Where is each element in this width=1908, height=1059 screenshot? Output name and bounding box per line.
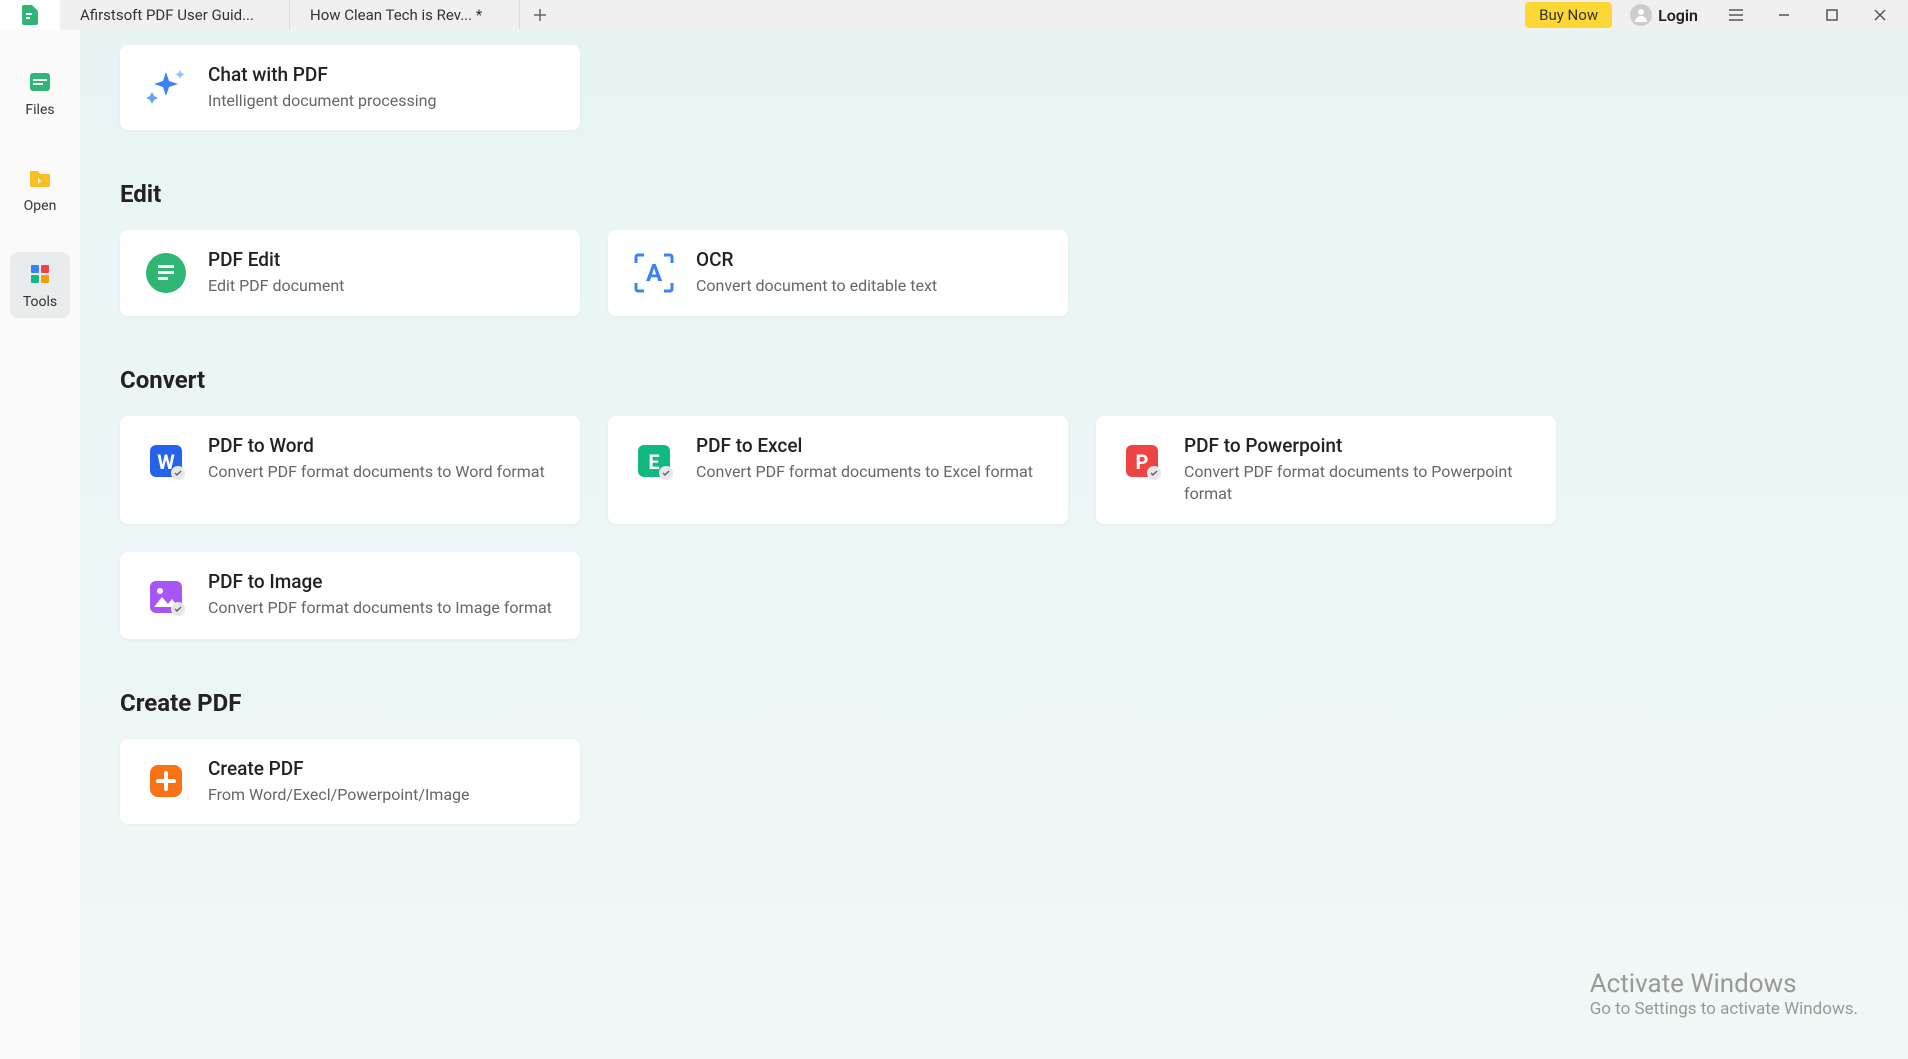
tab-1-label: Afirstsoft PDF User Guid... xyxy=(80,6,254,24)
pdf-edit-card[interactable]: PDF Edit Edit PDF document xyxy=(120,230,580,315)
pdf-to-word-desc: Convert PDF format documents to Word for… xyxy=(208,461,545,483)
svg-text:A: A xyxy=(646,259,663,287)
files-icon xyxy=(26,68,54,96)
avatar-icon xyxy=(1630,4,1652,26)
pdf-to-word-card[interactable]: W PDF to Word Convert PDF format documen… xyxy=(120,416,580,524)
chat-pdf-desc: Intelligent document processing xyxy=(208,90,436,112)
chat-pdf-card[interactable]: Chat with PDF Intelligent document proce… xyxy=(120,45,580,130)
svg-text:P: P xyxy=(1136,450,1149,474)
chat-pdf-text: Chat with PDF Intelligent document proce… xyxy=(208,63,436,112)
sidebar: Files Open Tools xyxy=(0,30,80,1059)
convert-heading: Convert xyxy=(120,366,1868,394)
login-button[interactable]: Login xyxy=(1620,4,1708,26)
menu-icon xyxy=(1727,6,1745,24)
svg-text:E: E xyxy=(648,450,659,474)
buy-now-label: Buy Now xyxy=(1539,6,1598,24)
ocr-icon: A xyxy=(630,249,678,297)
windows-watermark: Activate Windows Go to Settings to activ… xyxy=(1590,969,1858,1019)
tabs-area: Afirstsoft PDF User Guid... How Clean Te… xyxy=(60,0,1525,30)
tab-2[interactable]: How Clean Tech is Rev... * xyxy=(290,0,520,30)
chat-pdf-title: Chat with PDF xyxy=(208,63,436,86)
pdf-edit-text: PDF Edit Edit PDF document xyxy=(208,248,344,297)
image-icon xyxy=(142,573,190,621)
main-content: Chat with PDF Intelligent document proce… xyxy=(80,30,1908,1059)
close-button[interactable] xyxy=(1860,0,1900,30)
pdf-to-word-title: PDF to Word xyxy=(208,434,545,457)
ocr-text: OCR Convert document to editable text xyxy=(696,248,937,297)
maximize-button[interactable] xyxy=(1812,0,1852,30)
create-heading: Create PDF xyxy=(120,689,1868,717)
titlebar-right: Buy Now Login xyxy=(1525,0,1908,30)
pdf-edit-title: PDF Edit xyxy=(208,248,344,271)
pdf-to-image-card[interactable]: PDF to Image Convert PDF format document… xyxy=(120,552,580,639)
pdf-edit-icon xyxy=(142,249,190,297)
create-pdf-text: Create PDF From Word/Execl/Powerpoint/Im… xyxy=(208,757,470,806)
plus-icon xyxy=(532,7,548,23)
pdf-to-image-desc: Convert PDF format documents to Image fo… xyxy=(208,597,552,619)
pdf-to-excel-desc: Convert PDF format documents to Excel fo… xyxy=(696,461,1033,483)
sparkle-icon xyxy=(142,64,190,112)
minimize-button[interactable] xyxy=(1764,0,1804,30)
close-icon xyxy=(1873,8,1887,22)
watermark-sub: Go to Settings to activate Windows. xyxy=(1590,999,1858,1019)
tab-2-label: How Clean Tech is Rev... * xyxy=(310,6,482,24)
pdf-to-excel-card[interactable]: E PDF to Excel Convert PDF format docume… xyxy=(608,416,1068,524)
powerpoint-icon: P xyxy=(1118,437,1166,485)
app-logo-tab[interactable] xyxy=(0,0,60,30)
ocr-card[interactable]: A OCR Convert document to editable text xyxy=(608,230,1068,315)
sidebar-item-tools[interactable]: Tools xyxy=(10,252,70,318)
pdf-to-word-text: PDF to Word Convert PDF format documents… xyxy=(208,434,545,483)
minimize-icon xyxy=(1777,8,1791,22)
create-pdf-title: Create PDF xyxy=(208,757,470,780)
titlebar: Afirstsoft PDF User Guid... How Clean Te… xyxy=(0,0,1908,30)
edit-row: PDF Edit Edit PDF document A OCR Convert… xyxy=(120,230,1868,315)
app-logo-icon xyxy=(18,3,42,27)
word-icon: W xyxy=(142,437,190,485)
create-pdf-card[interactable]: Create PDF From Word/Execl/Powerpoint/Im… xyxy=(120,739,580,824)
pdf-to-ppt-card[interactable]: P PDF to Powerpoint Convert PDF format d… xyxy=(1096,416,1556,524)
pdf-to-image-text: PDF to Image Convert PDF format document… xyxy=(208,570,552,619)
watermark-title: Activate Windows xyxy=(1590,969,1858,999)
tab-1[interactable]: Afirstsoft PDF User Guid... xyxy=(60,0,290,30)
menu-button[interactable] xyxy=(1716,0,1756,30)
pdf-to-excel-text: PDF to Excel Convert PDF format document… xyxy=(696,434,1033,483)
ocr-desc: Convert document to editable text xyxy=(696,275,937,297)
buy-now-button[interactable]: Buy Now xyxy=(1525,2,1612,28)
pdf-to-image-title: PDF to Image xyxy=(208,570,552,593)
sidebar-tools-label: Tools xyxy=(23,294,57,310)
open-icon xyxy=(26,164,54,192)
sidebar-open-label: Open xyxy=(24,198,57,214)
pdf-to-ppt-desc: Convert PDF format documents to Powerpoi… xyxy=(1184,461,1534,506)
app-body: Files Open Tools Chat with PDF Intellige… xyxy=(0,30,1908,1059)
login-label: Login xyxy=(1658,6,1698,25)
ocr-title: OCR xyxy=(696,248,937,271)
convert-row-2: PDF to Image Convert PDF format document… xyxy=(120,552,1868,639)
sidebar-files-label: Files xyxy=(25,102,54,118)
tools-icon xyxy=(26,260,54,288)
pdf-to-ppt-text: PDF to Powerpoint Convert PDF format doc… xyxy=(1184,434,1534,506)
pdf-to-excel-title: PDF to Excel xyxy=(696,434,1033,457)
sidebar-item-files[interactable]: Files xyxy=(10,60,70,126)
create-row: Create PDF From Word/Execl/Powerpoint/Im… xyxy=(120,739,1868,824)
sidebar-item-open[interactable]: Open xyxy=(10,156,70,222)
maximize-icon xyxy=(1825,8,1839,22)
create-pdf-desc: From Word/Execl/Powerpoint/Image xyxy=(208,784,470,806)
pdf-to-ppt-title: PDF to Powerpoint xyxy=(1184,434,1534,457)
convert-row-1: W PDF to Word Convert PDF format documen… xyxy=(120,416,1868,524)
edit-heading: Edit xyxy=(120,180,1868,208)
new-tab-button[interactable] xyxy=(520,0,560,30)
create-pdf-icon xyxy=(142,757,190,805)
excel-icon: E xyxy=(630,437,678,485)
pdf-edit-desc: Edit PDF document xyxy=(208,275,344,297)
